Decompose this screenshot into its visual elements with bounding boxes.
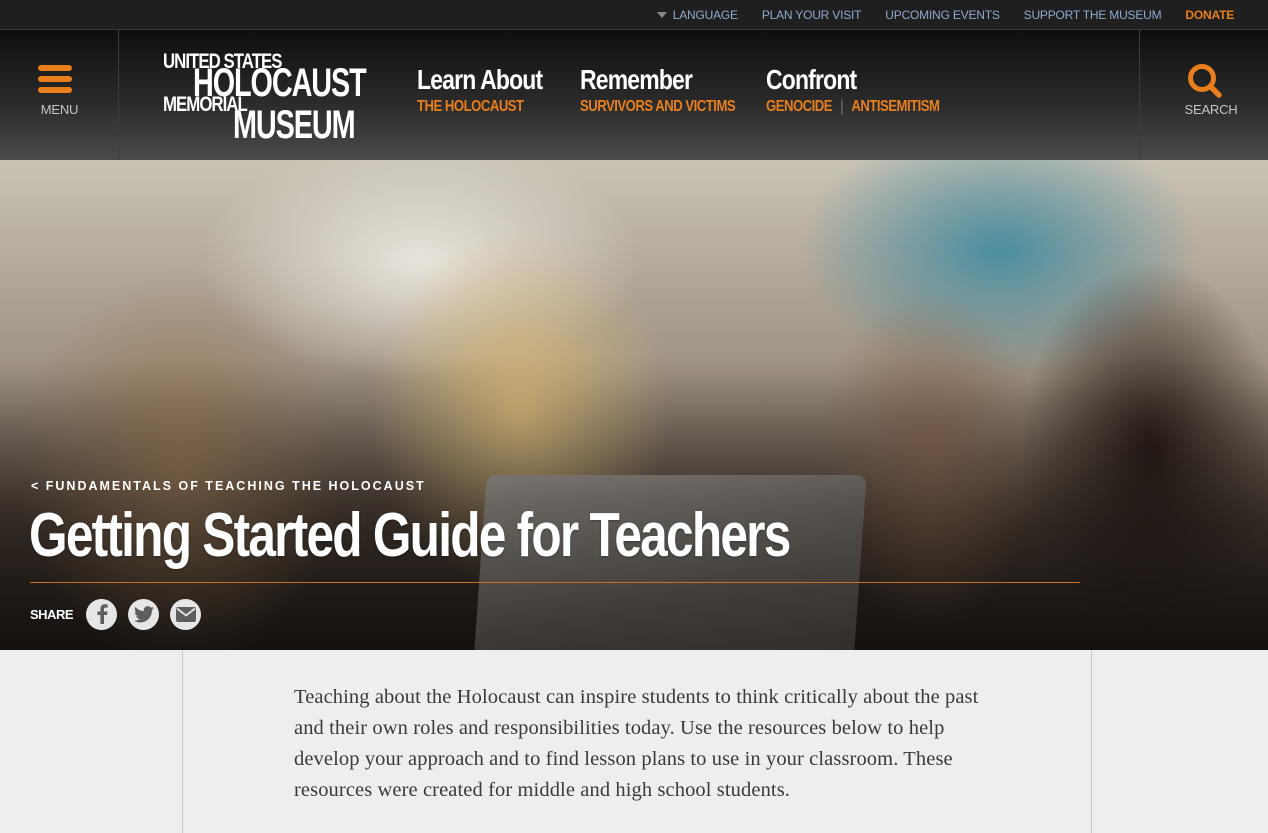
- logo-line-4: MUSEUM: [233, 103, 356, 147]
- nav-link-survivors-and-victims[interactable]: SURVIVORS AND VICTIMS: [580, 98, 736, 115]
- museum-logo[interactable]: UNITED STATES HOLOCAUST MEMORIAL MUSEUM: [163, 48, 367, 147]
- share-bar: SHARE: [30, 598, 212, 630]
- nav-remember[interactable]: Remember SURVIVORS AND VICTIMS: [580, 64, 769, 116]
- email-icon: [175, 606, 196, 622]
- plan-visit-link[interactable]: PLAN YOUR VISIT: [762, 8, 862, 22]
- nav-link-genocide[interactable]: GENOCIDE: [766, 98, 833, 115]
- intro-paragraph: Teaching about the Holocaust can inspire…: [294, 686, 979, 801]
- caret-down-icon: [656, 11, 667, 18]
- nav-title: Remember: [580, 64, 693, 95]
- donate-link[interactable]: DONATE: [1185, 8, 1234, 22]
- utility-nav: LANGUAGE PLAN YOUR VISIT UPCOMING EVENTS…: [0, 0, 1268, 30]
- twitter-icon: [133, 605, 154, 622]
- language-label: LANGUAGE: [672, 7, 738, 22]
- share-facebook-button[interactable]: [86, 598, 118, 630]
- search-icon: [1188, 64, 1222, 98]
- search-button[interactable]: SEARCH: [1139, 30, 1268, 160]
- nav-confront[interactable]: Confront GENOCIDE | ANTISEMITISM: [766, 64, 978, 116]
- share-email-button[interactable]: [170, 598, 202, 630]
- title-divider: [30, 582, 1080, 583]
- language-selector[interactable]: LANGUAGE: [656, 7, 738, 22]
- menu-button[interactable]: MENU: [0, 30, 119, 160]
- nav-title: Confront: [766, 64, 857, 95]
- search-label: SEARCH: [1184, 102, 1238, 117]
- nav-link-antisemitism[interactable]: ANTISEMITISM: [851, 98, 940, 115]
- support-museum-link[interactable]: SUPPORT THE MUSEUM: [1024, 8, 1162, 22]
- column-divider-left: [182, 650, 183, 833]
- nav-title: Learn About: [417, 64, 543, 95]
- page-title: Getting Started Guide for Teachers: [29, 501, 791, 570]
- facebook-icon: [96, 604, 108, 624]
- menu-label: MENU: [40, 102, 79, 117]
- nav-learn-about[interactable]: Learn About THE HOLOCAUST: [417, 64, 570, 116]
- share-label: SHARE: [30, 606, 74, 622]
- nav-separator: |: [840, 98, 844, 115]
- main-header: MENU UNITED STATES HOLOCAUST MEMORIAL MU…: [0, 30, 1268, 160]
- column-divider-right: [1091, 650, 1092, 833]
- nav-link-the-holocaust[interactable]: THE HOLOCAUST: [417, 98, 524, 115]
- upcoming-events-link[interactable]: UPCOMING EVENTS: [885, 8, 1000, 22]
- breadcrumb-back-link[interactable]: < FUNDAMENTALS OF TEACHING THE HOLOCAUST: [31, 479, 426, 493]
- hero-photo-overlay: [0, 160, 1268, 650]
- main-content: Teaching about the Holocaust can inspire…: [0, 650, 1268, 833]
- share-twitter-button[interactable]: [128, 598, 160, 630]
- hamburger-icon: [38, 65, 72, 93]
- hero-banner: < FUNDAMENTALS OF TEACHING THE HOLOCAUST…: [0, 160, 1268, 650]
